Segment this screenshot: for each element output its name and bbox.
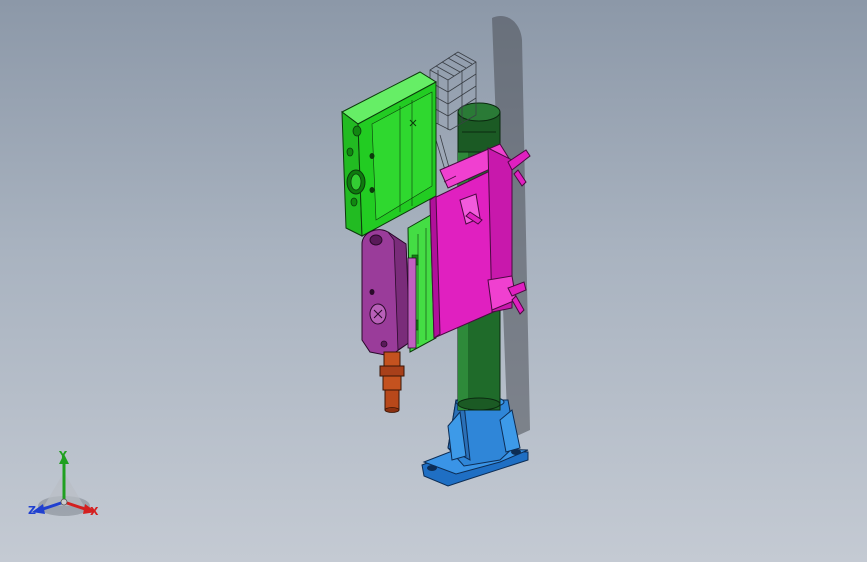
gear-housing[interactable] [341,71,437,237]
y-axis-label: Y [59,449,67,462]
z-axis-label: Z [28,504,36,517]
model-scene[interactable] [0,0,867,562]
graphics-viewport[interactable]: X Y Z [0,0,867,562]
orientation-triad[interactable]: X Y Z [22,448,112,528]
column-cap[interactable] [457,102,501,153]
x-axis-label: X [90,505,99,518]
spindle-tip[interactable] [379,351,405,413]
